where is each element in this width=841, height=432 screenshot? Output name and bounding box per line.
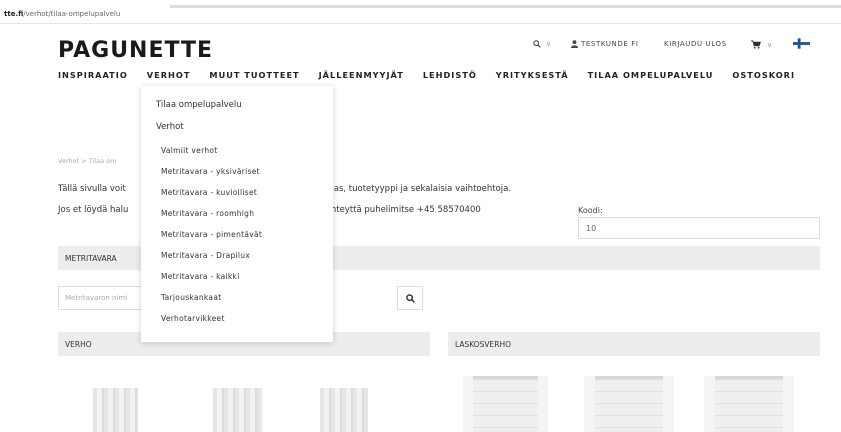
- url-text[interactable]: tte.fi/verhot/tilaa-ompelupalvelu: [4, 10, 120, 18]
- koodi-label: Koodi:: [578, 206, 603, 215]
- intro-text-line2-left: Jos et löydä halu: [58, 205, 129, 215]
- dropdown-item-metritavara-yksivariset[interactable]: Metritavara - yksiväriset: [161, 167, 260, 176]
- koodi-field[interactable]: 10: [578, 217, 820, 239]
- site-logo[interactable]: PAGUNETTE: [58, 38, 213, 63]
- laskosverho-product-thumb[interactable]: [584, 376, 674, 432]
- browser-url-bar[interactable]: tte.fi/verhot/tilaa-ompelupalvelu: [0, 0, 841, 24]
- dropdown-item-metritavara-kuviolliset[interactable]: Metritavara - kuviolliset: [161, 188, 257, 197]
- nav-lehdisto[interactable]: LEHDISTÖ: [423, 70, 477, 80]
- search-caret: ∨: [546, 40, 552, 48]
- dropdown-item-metritavara-drapilux[interactable]: Metritavara - Drapilux: [161, 251, 250, 260]
- curtain-image: [320, 388, 368, 432]
- search-toggle[interactable]: ∨: [533, 40, 552, 48]
- dropdown-item-tilaa-ompelupalvelu[interactable]: Tilaa ompelupalvelu: [156, 100, 242, 110]
- metritavara-title: METRITAVARA: [65, 254, 117, 263]
- nav-verhot[interactable]: VERHOT: [147, 70, 191, 80]
- logout-label: KIRJAUDU ULOS: [664, 40, 727, 48]
- dropdown-item-tarjouskankaat[interactable]: Tarjouskankaat: [161, 293, 221, 302]
- magnifier-icon: [405, 293, 415, 303]
- cart-toggle[interactable]: ∨: [751, 40, 773, 49]
- intro-text-line1-right: kangas, tuotetyyppi ja sekalaisia vaihto…: [313, 184, 512, 194]
- dropdown-item-metritavara-roomhigh[interactable]: Metritavara - roomhigh: [161, 209, 254, 218]
- cart-caret: ∨: [767, 40, 773, 49]
- shopping-cart-icon: [751, 40, 761, 49]
- laskosverho-product-thumb[interactable]: [463, 376, 548, 432]
- fabric-search-button[interactable]: [397, 286, 423, 310]
- dropdown-item-metritavara-kaikki[interactable]: Metritavara - kaikki: [161, 272, 240, 281]
- roman-blind-image: [594, 376, 664, 432]
- main-navigation: INSPIRAATIO VERHOT MUUT TUOTTEET JÄLLEEN…: [58, 70, 814, 80]
- intro-text-line2-right: sti yhteyttä puhelimitse +45 58570400: [313, 205, 481, 215]
- logout-link[interactable]: KIRJAUDU ULOS: [664, 40, 727, 48]
- verho-product-thumb[interactable]: [320, 388, 368, 432]
- verhot-dropdown-menu: Tilaa ompelupalvelu Verhot Valmiit verho…: [141, 86, 333, 342]
- magnifier-icon: [533, 40, 541, 48]
- laskosverho-title: LASKOSVERHO: [455, 340, 512, 349]
- laskosverho-section-header: LASKOSVERHO: [448, 332, 820, 356]
- nav-tilaa-ompelupalvelu[interactable]: TILAA OMPELUPALVELU: [588, 70, 714, 80]
- finnish-flag-icon: [793, 38, 810, 49]
- intro-text-line1-left: Tällä sivulla voit: [58, 184, 126, 194]
- verho-product-thumb[interactable]: [93, 388, 138, 432]
- account-name: TESTKUNDE FI: [581, 40, 639, 48]
- nav-yrityksesta[interactable]: YRITYKSESTÄ: [496, 70, 569, 80]
- account-link[interactable]: TESTKUNDE FI: [571, 40, 639, 48]
- person-icon: [571, 40, 578, 48]
- nav-inspiraatio[interactable]: INSPIRAATIO: [58, 70, 128, 80]
- nav-muut-tuotteet[interactable]: MUUT TUOTTEET: [209, 70, 299, 80]
- dropdown-item-metritavara-pimentavat[interactable]: Metritavara - pimentävät: [161, 230, 262, 239]
- nav-ostoskori[interactable]: OSTOSKORI: [732, 70, 795, 80]
- nav-jalleenmyyjat[interactable]: JÄLLEENMYYJÄT: [319, 70, 404, 80]
- breadcrumb[interactable]: Verhot > Tilaa om: [58, 157, 116, 165]
- toolbar-divider: [170, 5, 841, 8]
- verho-product-thumb[interactable]: [213, 388, 263, 432]
- roman-blind-image: [473, 376, 538, 432]
- dropdown-item-verhotarvikkeet[interactable]: Verhotarvikkeet: [161, 314, 225, 323]
- language-flag[interactable]: [793, 38, 810, 49]
- roman-blind-image: [714, 376, 784, 432]
- curtain-image: [213, 388, 263, 432]
- laskosverho-product-thumb[interactable]: [704, 376, 794, 432]
- verho-title: VERHO: [65, 340, 92, 349]
- dropdown-item-valmiit-verhot[interactable]: Valmiit verhot: [161, 146, 218, 155]
- curtain-image: [93, 388, 138, 432]
- dropdown-item-verhot[interactable]: Verhot: [156, 122, 184, 132]
